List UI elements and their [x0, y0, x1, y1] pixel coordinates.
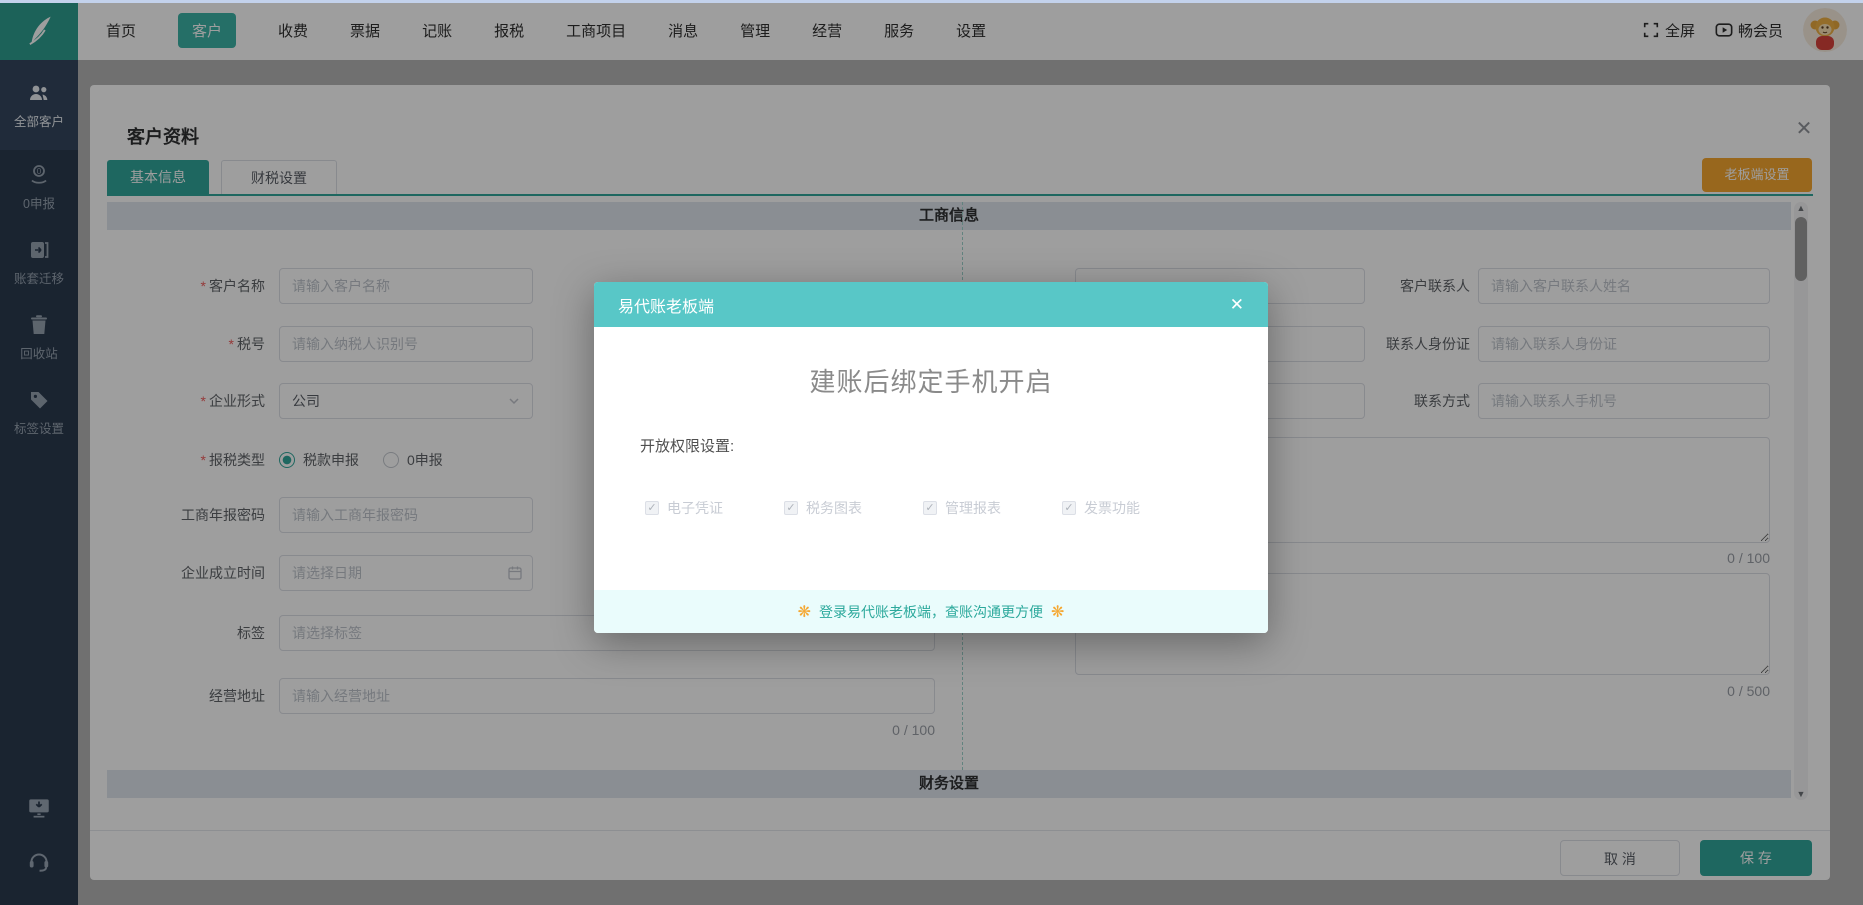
confetti-icon: ❋	[797, 603, 811, 621]
checkbox-check-icon: ✓	[645, 501, 659, 515]
checkbox-check-icon: ✓	[1062, 501, 1076, 515]
checkbox-tax-charts[interactable]: ✓ 税务图表	[784, 498, 862, 518]
modal-title: 易代账老板端	[618, 298, 715, 316]
permissions-label: 开放权限设置:	[640, 438, 735, 455]
confetti-icon: ❋	[1051, 603, 1065, 621]
modal-header: 易代账老板端 ✕	[594, 282, 1268, 327]
modal-heading: 建账后绑定手机开启	[809, 367, 1053, 397]
modal-close-icon[interactable]: ✕	[1230, 295, 1244, 315]
window-top-edge	[0, 0, 1863, 3]
boss-login-link[interactable]: 登录易代账老板端，查账沟通更方便	[819, 602, 1043, 622]
permissions-checkbox-row: ✓ 电子凭证 ✓ 税务图表 ✓ 管理报表 ✓ 发票功能	[645, 498, 1140, 518]
boss-app-modal: 易代账老板端 ✕ 建账后绑定手机开启 开放权限设置: ✓ 电子凭证 ✓ 税务图表 ✓…	[594, 282, 1268, 633]
modal-footer: ❋ 登录易代账老板端，查账沟通更方便 ❋	[594, 590, 1268, 633]
checkbox-check-icon: ✓	[784, 501, 798, 515]
checkbox-management-reports[interactable]: ✓ 管理报表	[923, 498, 1001, 518]
checkbox-invoice-function[interactable]: ✓ 发票功能	[1062, 498, 1140, 518]
checkbox-e-voucher[interactable]: ✓ 电子凭证	[645, 498, 723, 518]
checkbox-check-icon: ✓	[923, 501, 937, 515]
